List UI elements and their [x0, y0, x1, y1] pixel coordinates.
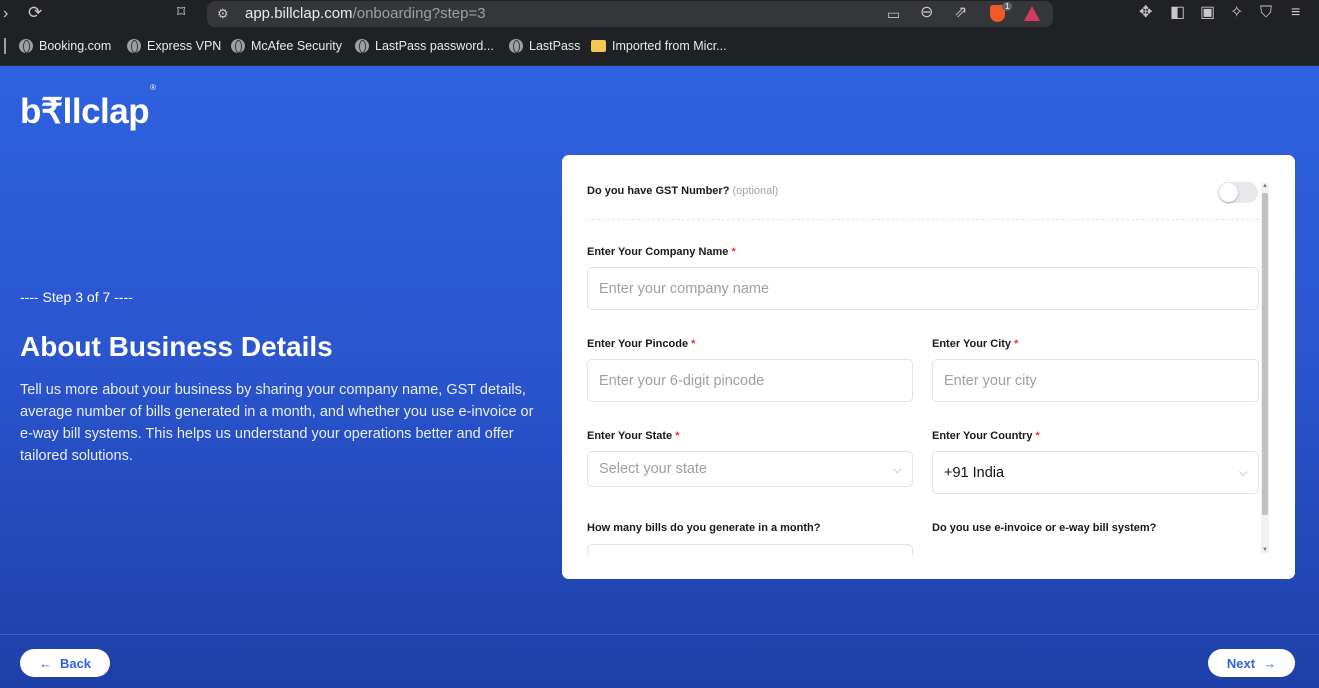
back-label: Back: [59, 655, 92, 671]
bookmark-label: LastPass password...: [375, 39, 494, 53]
forward-icon[interactable]: ›: [3, 6, 8, 22]
scroll-up-arrow-icon[interactable]: ▲: [1261, 183, 1269, 189]
zoom-icon[interactable]: ⊖: [920, 5, 933, 21]
wallet-icon[interactable]: ▣: [1200, 5, 1215, 21]
bills-label: How many bills do you generate in a mont…: [587, 522, 821, 534]
back-button[interactable]: ← Back: [20, 649, 110, 677]
state-select[interactable]: Select your state ⌵: [587, 451, 913, 487]
city-input[interactable]: [932, 359, 1259, 402]
site-settings-icon[interactable]: ⚙: [217, 6, 229, 22]
sidebar-icon[interactable]: ◧: [1170, 5, 1185, 21]
logo-text: b₹llclap: [20, 92, 150, 131]
extensions-icon[interactable]: ✥: [1139, 5, 1152, 21]
bookmark-label: McAfee Security: [251, 39, 343, 53]
bookmark-booking[interactable]: Booking.com: [19, 39, 111, 53]
bookmark-lastpass-password[interactable]: LastPass password...: [355, 39, 494, 53]
required-mark: *: [691, 338, 696, 350]
section-divider: [587, 219, 1259, 220]
pincode-label-text: Enter Your Pincode: [587, 338, 689, 350]
globe-icon: [355, 39, 369, 53]
company-name-input[interactable]: [587, 267, 1259, 310]
country-value: +91 India: [944, 464, 1005, 481]
url-text: app.billclap.com/onboarding?step=3: [245, 5, 486, 22]
next-button[interactable]: Next →: [1208, 649, 1295, 677]
cast-icon[interactable]: ▭: [887, 6, 900, 22]
country-select[interactable]: +91 India ⌵: [932, 451, 1259, 494]
address-bar[interactable]: ⚙ app.billclap.com/onboarding?step=3 ▭ ⊖…: [207, 1, 1053, 27]
menu-icon[interactable]: ≡: [1291, 5, 1300, 21]
gst-toggle[interactable]: [1218, 182, 1258, 203]
business-details-form: Do you have GST Number? (optional) Enter…: [562, 155, 1295, 579]
state-placeholder: Select your state: [599, 461, 707, 477]
gst-label: Do you have GST Number? (optional): [587, 185, 778, 197]
pincode-label: Enter Your Pincode *: [587, 338, 695, 350]
einvoice-label: Do you use e-invoice or e-way bill syste…: [932, 522, 1157, 534]
company-label: Enter Your Company Name *: [587, 246, 736, 258]
country-label-text: Enter Your Country: [932, 430, 1033, 442]
billclap-logo: b₹llclap®: [20, 83, 156, 132]
bookmark-label: Express VPN: [147, 39, 222, 53]
share-icon[interactable]: ⇗: [954, 5, 967, 21]
scroll-down-arrow-icon[interactable]: ▼: [1261, 547, 1269, 553]
bookmark-expressvpn[interactable]: Express VPN: [127, 39, 221, 53]
vpn-icon[interactable]: ⛉: [1260, 5, 1272, 21]
required-mark: *: [731, 246, 736, 258]
bookmarks-divider: [4, 38, 6, 54]
city-label-text: Enter Your City: [932, 338, 1012, 350]
bookmark-label: Imported from Micr...: [612, 39, 727, 53]
chevron-down-icon: ⌵: [892, 462, 902, 476]
page-title: About Business Details: [20, 331, 333, 362]
bookmark-lastpass[interactable]: LastPass: [509, 39, 580, 53]
step-indicator: ---- Step 3 of 7 ----: [20, 289, 133, 305]
required-mark: *: [1014, 338, 1019, 350]
bookmark-label: LastPass: [529, 39, 581, 53]
form-scrollbar[interactable]: ▲ ▼: [1261, 183, 1269, 553]
pincode-input[interactable]: [587, 359, 913, 402]
country-label: Enter Your Country *: [932, 430, 1040, 442]
folder-icon: [591, 40, 606, 52]
page-description: Tell us more about your business by shar…: [20, 382, 534, 464]
bookmark-imported-folder[interactable]: Imported from Micr...: [591, 39, 727, 53]
bookmark-label: Booking.com: [39, 39, 112, 53]
globe-icon: [127, 39, 141, 53]
globe-icon: [231, 39, 245, 53]
globe-icon: [509, 39, 523, 53]
scroll-thumb[interactable]: [1262, 193, 1268, 515]
required-mark: *: [675, 430, 680, 442]
next-label: Next: [1226, 655, 1256, 671]
optional-tag: (optional): [732, 185, 779, 197]
reload-icon[interactable]: ⟳: [28, 4, 42, 21]
url-host: app.billclap.com: [245, 5, 353, 22]
toggle-knob: [1219, 183, 1238, 202]
shield-count-badge: 1: [1002, 2, 1013, 11]
arrow-left-icon: ←: [38, 655, 52, 671]
url-path: /onboarding?step=3: [352, 5, 486, 22]
browser-toolbar: › ⟳ ⌑ ⚙ app.billclap.com/onboarding?step…: [0, 0, 1319, 32]
chevron-down-icon: ⌵: [1238, 465, 1248, 479]
form-bottom-mask: [562, 555, 1295, 579]
footer-divider: [0, 634, 1319, 635]
onboarding-page: b₹llclap® ---- Step 3 of 7 ---- About Bu…: [0, 66, 1319, 688]
gst-label-text: Do you have GST Number?: [587, 185, 730, 197]
rewards-icon[interactable]: [1024, 6, 1040, 21]
required-mark: *: [1035, 430, 1040, 442]
bookmark-icon[interactable]: ⌑: [177, 5, 185, 21]
company-label-text: Enter Your Company Name: [587, 246, 729, 258]
city-label: Enter Your City *: [932, 338, 1018, 350]
bookmark-mcafee[interactable]: McAfee Security: [231, 39, 342, 53]
arrow-right-icon: →: [1263, 655, 1277, 671]
state-label: Enter Your State *: [587, 430, 680, 442]
globe-icon: [19, 39, 33, 53]
leo-ai-icon[interactable]: ✧: [1230, 5, 1243, 21]
registered-mark: ®: [150, 83, 156, 93]
state-label-text: Enter Your State: [587, 430, 673, 442]
